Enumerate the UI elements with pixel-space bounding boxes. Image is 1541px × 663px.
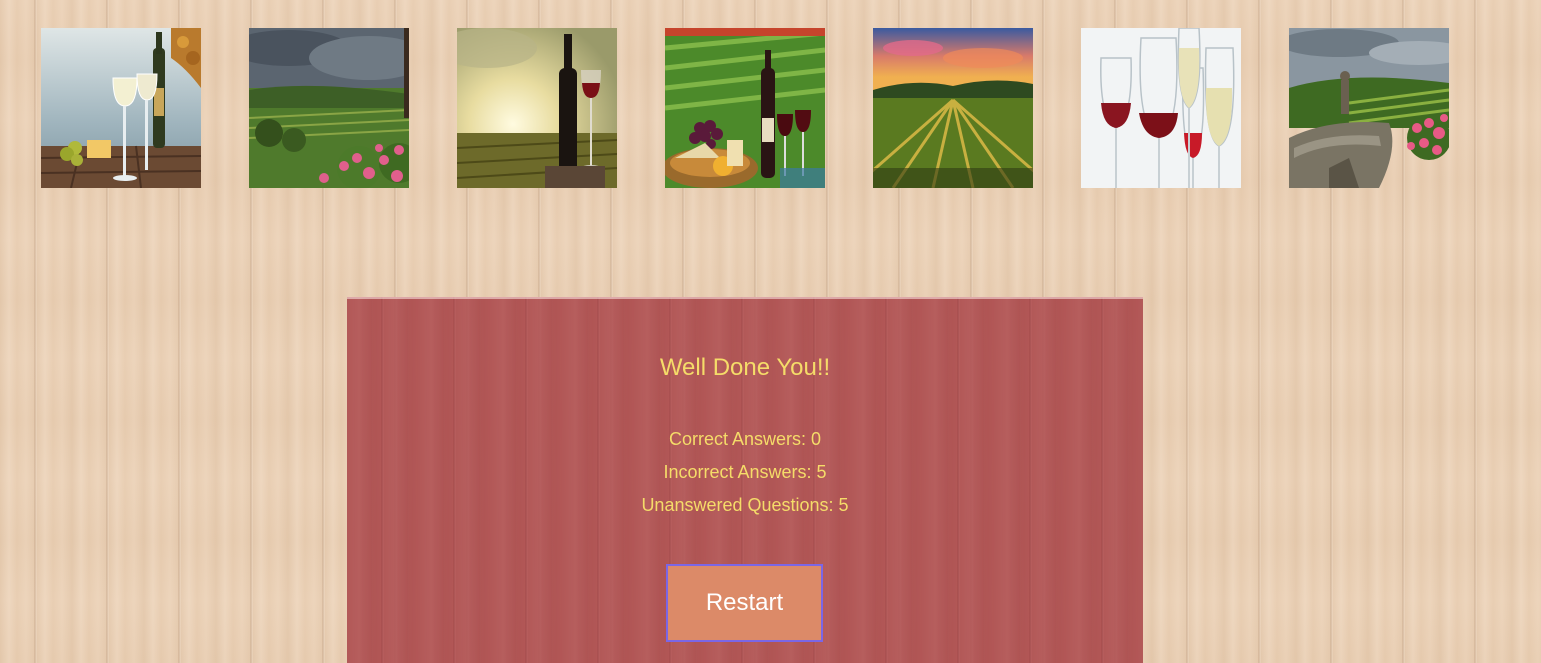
- vineyard-stormy-sky-image: [249, 28, 409, 188]
- unanswered-questions-count: Unanswered Questions: 5: [641, 495, 849, 515]
- wine-cheese-grapes-vineyard-image: [665, 28, 825, 188]
- image-gallery: [41, 28, 1449, 188]
- results-panel: Well Done You!! Correct Answers: 0 Incor…: [347, 297, 1143, 663]
- restart-button[interactable]: Restart: [666, 564, 823, 642]
- wine-bottle-glass-vineyard-sunrise-image: [457, 28, 617, 188]
- results-title: Well Done You!!: [659, 354, 831, 381]
- vineyard-sunset-rows-image: [873, 28, 1033, 188]
- correct-answers-count: Correct Answers: 0: [668, 429, 822, 449]
- assorted-wine-glasses-image: [1081, 28, 1241, 188]
- vineyard-stone-ruins-roses-image: [1289, 28, 1449, 188]
- incorrect-answers-count: Incorrect Answers: 5: [663, 462, 827, 482]
- white-wine-glasses-seaside-image: [41, 28, 201, 188]
